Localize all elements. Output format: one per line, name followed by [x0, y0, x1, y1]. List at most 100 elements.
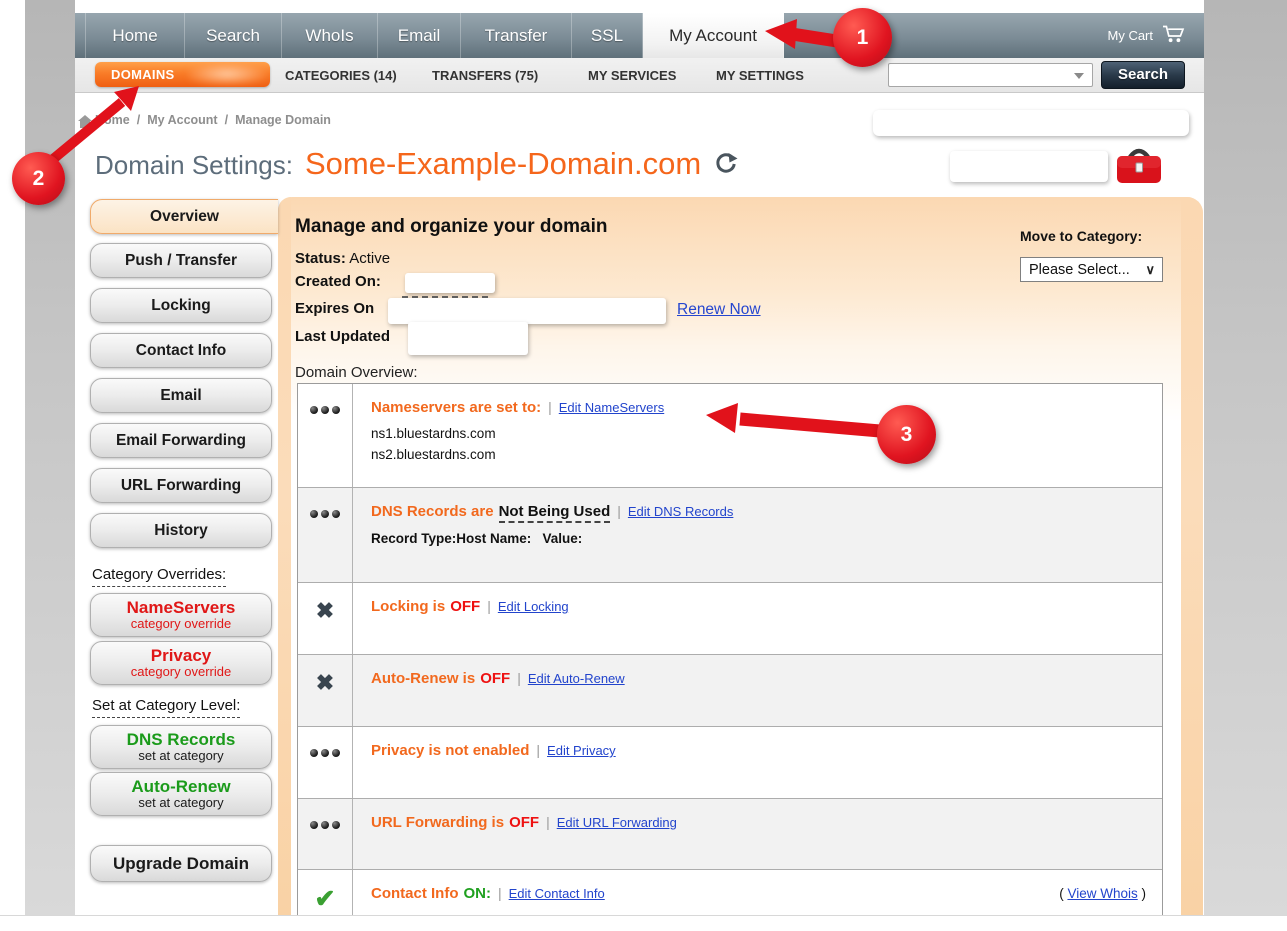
category-overrides-label: Category Overrides: — [92, 566, 226, 587]
panel-edge — [278, 197, 291, 915]
category-title: Auto-Renew — [131, 778, 230, 796]
nameserver-2: ns2.bluestardns.com — [371, 444, 1152, 465]
sidebar-override-nameservers[interactable]: NameServers category override — [90, 593, 272, 637]
left-gutter — [25, 0, 75, 915]
sidebar-category-auto-renew[interactable]: Auto-Renew set at category — [90, 772, 272, 816]
edit-privacy-link[interactable]: Edit Privacy — [547, 743, 616, 758]
row-dns-records: DNS Records are Not Being Used | Edit DN… — [298, 488, 1162, 583]
redacted-box — [950, 151, 1108, 182]
sidebar-tab-locking[interactable]: Locking — [90, 288, 272, 323]
annotation-marker-3: 3 — [877, 405, 936, 464]
domain-search-combobox[interactable] — [888, 63, 1093, 87]
category-title: DNS Records — [127, 731, 236, 749]
view-whois-link[interactable]: View Whois — [1067, 886, 1137, 901]
tab-whois[interactable]: WhoIs — [282, 13, 378, 58]
row-title: Contact Info — [371, 885, 459, 902]
domain-overview-table: Nameservers are set to: | Edit NameServe… — [297, 383, 1163, 931]
top-nav: Home Search WhoIs Email Transfer SSL My … — [75, 13, 1204, 58]
breadcrumb-home[interactable]: Home — [95, 113, 130, 127]
override-title: NameServers — [127, 599, 236, 617]
override-title: Privacy — [151, 647, 212, 665]
updated-line: Last Updated — [295, 328, 390, 345]
sidebar-tab-overview[interactable]: Overview — [90, 199, 278, 234]
domain-name: Some-Example-Domain.com — [305, 146, 701, 182]
override-subtitle: category override — [131, 665, 231, 679]
search-button[interactable]: Search — [1101, 61, 1185, 89]
sidebar-tab-history[interactable]: History — [90, 513, 272, 548]
pipe-separator: | — [536, 742, 540, 758]
nameserver-1: ns1.bluestardns.com — [371, 423, 1152, 444]
tab-my-account[interactable]: My Account — [643, 13, 784, 58]
sidebar-tab-push-transfer[interactable]: Push / Transfer — [90, 243, 272, 278]
redacted-box — [873, 110, 1189, 136]
subnav-domains-button[interactable]: DOMAINS — [95, 62, 270, 87]
row-title: DNS Records are — [371, 503, 494, 520]
row-title: Nameservers are set to: — [371, 399, 541, 416]
sidebar-upgrade-domain-button[interactable]: Upgrade Domain — [90, 845, 272, 882]
bottom-crop-strip — [0, 915, 1287, 931]
pipe-separator: | — [498, 885, 502, 901]
content-heading: Manage and organize your domain — [295, 216, 608, 238]
sidebar-tab-email-forwarding[interactable]: Email Forwarding — [90, 423, 272, 458]
sub-nav: DOMAINS CATEGORIES (14) TRANSFERS (75) M… — [75, 58, 1204, 93]
status-line: Status: Active — [295, 250, 390, 267]
override-subtitle: category override — [131, 617, 231, 631]
subnav-categories[interactable]: CATEGORIES (14) — [285, 68, 397, 83]
breadcrumb-my-account[interactable]: My Account — [147, 113, 217, 127]
sidebar-category-dns-records[interactable]: DNS Records set at category — [90, 725, 272, 769]
dots-status-icon — [298, 384, 353, 487]
toolbox-icon[interactable] — [1114, 146, 1164, 191]
sidebar-tab-email[interactable]: Email — [90, 378, 272, 413]
move-to-category-label: Move to Category: — [1020, 228, 1142, 244]
row-status: OFF — [480, 670, 510, 687]
row-status: Not Being Used — [499, 503, 611, 523]
sidebar-tab-url-forwarding[interactable]: URL Forwarding — [90, 468, 272, 503]
subnav-my-services[interactable]: MY SERVICES — [588, 68, 676, 83]
title-prefix: Domain Settings: — [95, 150, 293, 181]
view-whois-wrap: ( View Whois ) — [1059, 886, 1152, 901]
tab-transfer[interactable]: Transfer — [461, 13, 572, 58]
x-status-icon: ✖ — [298, 655, 353, 726]
tab-search[interactable]: Search — [185, 13, 282, 58]
category-select-value: Please Select... — [1029, 262, 1130, 278]
pipe-separator: | — [487, 598, 491, 614]
edit-auto-renew-link[interactable]: Edit Auto-Renew — [528, 671, 625, 686]
redacted-expires-date — [388, 298, 666, 324]
sidebar-tab-contact-info[interactable]: Contact Info — [90, 333, 272, 368]
tab-home[interactable]: Home — [85, 13, 185, 58]
domain-settings-page: Home Search WhoIs Email Transfer SSL My … — [0, 0, 1287, 931]
row-title: Locking is — [371, 598, 445, 615]
row-title: Privacy is not enabled — [371, 742, 529, 759]
paren: ) — [1142, 886, 1147, 901]
subnav-transfers[interactable]: TRANSFERS (75) — [432, 68, 538, 83]
pipe-separator: | — [546, 814, 550, 830]
redaction-smudge — [188, 63, 266, 85]
edit-dns-records-link[interactable]: Edit DNS Records — [628, 504, 733, 519]
renew-now-link[interactable]: Renew Now — [677, 301, 761, 319]
created-line: Created On: — [295, 273, 381, 290]
cart-icon — [1162, 25, 1186, 46]
breadcrumb-current: Manage Domain — [235, 113, 331, 127]
edit-locking-link[interactable]: Edit Locking — [498, 599, 569, 614]
chevron-down-icon: ∨ — [1145, 258, 1155, 282]
sidebar-override-privacy[interactable]: Privacy category override — [90, 641, 272, 685]
pipe-separator: | — [517, 670, 521, 686]
combobox-caret-icon[interactable] — [1074, 73, 1084, 79]
edit-nameservers-link[interactable]: Edit NameServers — [559, 400, 664, 415]
row-status: ON: — [464, 885, 492, 902]
subnav-my-settings[interactable]: MY SETTINGS — [716, 68, 804, 83]
tab-ssl[interactable]: SSL — [572, 13, 643, 58]
domains-label: DOMAINS — [111, 67, 175, 82]
refresh-icon[interactable] — [713, 150, 739, 181]
category-subtitle: set at category — [138, 749, 223, 763]
paren: ( — [1059, 886, 1064, 901]
edit-contact-info-link[interactable]: Edit Contact Info — [509, 886, 605, 901]
category-select[interactable]: Please Select... ∨ — [1020, 257, 1163, 282]
edit-url-forwarding-link[interactable]: Edit URL Forwarding — [557, 815, 677, 830]
row-auto-renew: ✖ Auto-Renew is OFF | Edit Auto-Renew — [298, 655, 1162, 727]
row-locking: ✖ Locking is OFF | Edit Locking — [298, 583, 1162, 655]
home-icon — [78, 115, 92, 133]
my-cart[interactable]: My Cart — [1108, 13, 1205, 58]
breadcrumb-separator: / — [137, 113, 140, 127]
tab-email[interactable]: Email — [378, 13, 461, 58]
